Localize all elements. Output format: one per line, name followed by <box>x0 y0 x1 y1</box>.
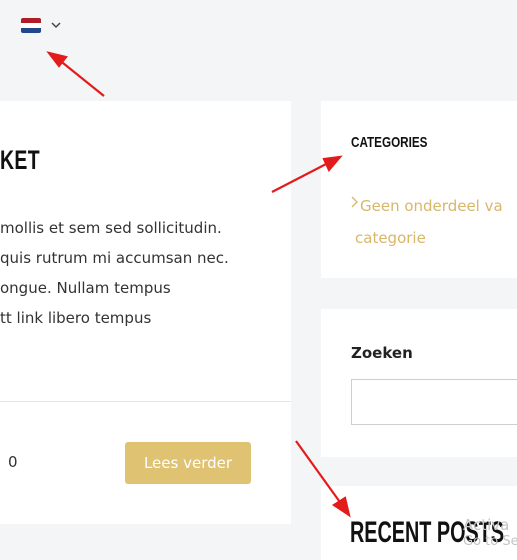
read-more-button[interactable]: Lees verder <box>125 442 251 484</box>
excerpt-line: quis rutrum mi accumsan nec. <box>0 249 229 267</box>
post-title[interactable]: KET <box>0 145 40 176</box>
chevron-down-icon[interactable] <box>49 18 63 32</box>
excerpt-line: mollis et sem sed sollicitudin. <box>0 219 222 237</box>
post-divider <box>0 401 291 402</box>
post-excerpt: mollis et sem sed sollicitudin. quis rut… <box>0 213 291 333</box>
blog-post-card: KET mollis et sem sed sollicitudin. quis… <box>0 101 291 524</box>
search-input[interactable] <box>351 379 517 425</box>
category-label-line2: categorie <box>355 229 426 247</box>
netherlands-flag-icon[interactable] <box>21 18 41 33</box>
category-link[interactable]: Geen onderdeel va categorie <box>355 190 517 254</box>
comment-count[interactable]: 0 <box>8 453 18 471</box>
categories-title: CATEGORIES <box>351 134 428 151</box>
activation-watermark: Activa Go to Se <box>463 516 517 549</box>
watermark-line1: Activa <box>463 516 510 534</box>
excerpt-line: ongue. Nullam tempus <box>0 279 171 297</box>
annotation-arrow <box>46 51 105 97</box>
search-label: Zoeken <box>351 344 413 362</box>
excerpt-line: tt link libero tempus <box>0 309 152 327</box>
watermark-line2: Go to Se <box>463 534 517 549</box>
search-widget: Zoeken <box>321 309 517 457</box>
chevron-right-icon <box>351 196 358 208</box>
category-label-line1: Geen onderdeel va <box>360 197 503 215</box>
categories-widget: CATEGORIES Geen onderdeel va categorie <box>321 101 517 278</box>
